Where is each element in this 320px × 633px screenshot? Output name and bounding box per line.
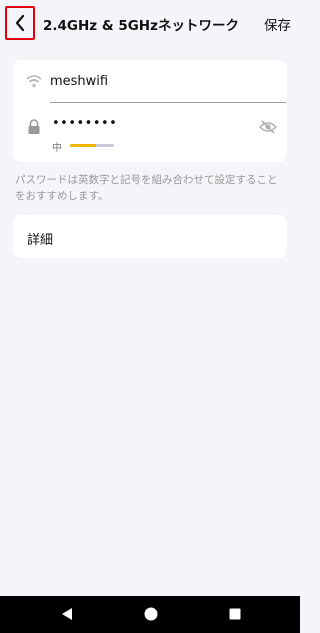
details-row[interactable]: 詳細 [13,215,287,258]
top-bar: 2.4GHz & 5GHzネットワーク 保存 [0,0,300,46]
password-strength-bar [70,144,114,147]
eye-off-icon[interactable] [259,120,277,134]
password-strength-label: 中 [52,143,62,154]
network-settings-card: meshwifi •••••••• 中 [13,60,287,162]
chevron-left-icon [15,14,25,32]
password-hint: パスワードは英数字と記号を組み合わせて設定することをおすすめします。 [15,174,278,202]
triangle-back-icon[interactable] [60,606,74,622]
circle-home-icon[interactable] [143,606,159,622]
ssid-underline [50,102,286,103]
back-button[interactable] [5,6,35,40]
square-recents-icon[interactable] [228,606,242,622]
details-label: 詳細 [27,233,54,248]
password-strength-fill [70,144,97,147]
password-field[interactable]: •••••••• [52,116,117,131]
system-nav-bar [0,596,300,633]
wifi-icon [26,75,42,88]
save-button[interactable]: 保存 [264,14,291,34]
ssid-field[interactable]: meshwifi [50,74,108,89]
page-title: 2.4GHz & 5GHzネットワーク [43,18,239,34]
lock-icon [28,119,40,134]
